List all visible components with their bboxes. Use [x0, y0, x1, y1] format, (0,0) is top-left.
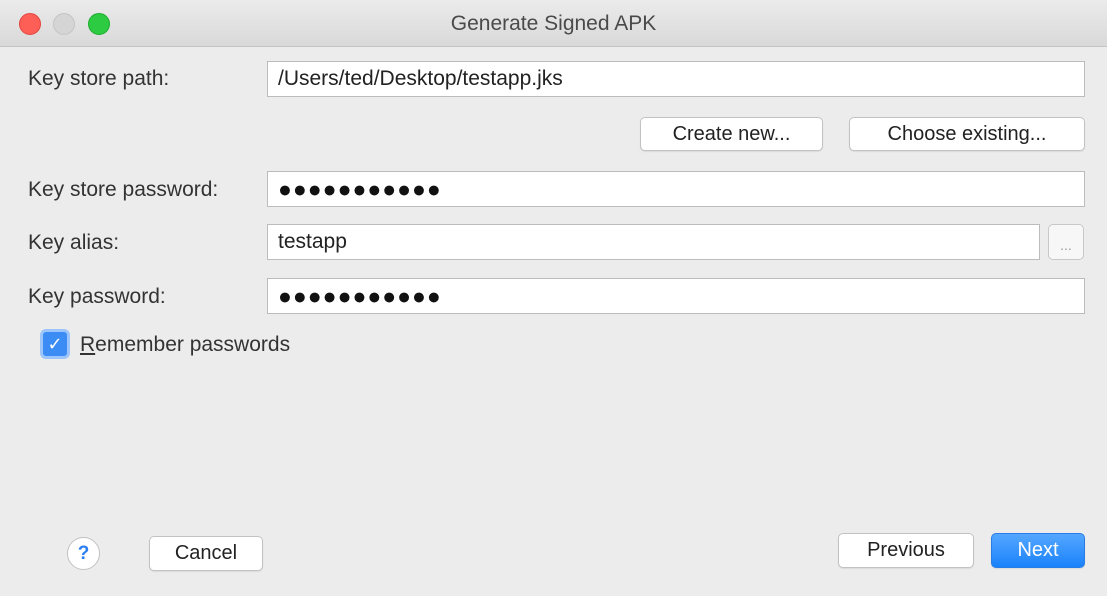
checkmark-icon: ✓ — [47, 334, 63, 354]
remember-passwords-checkbox[interactable]: ✓ — [40, 329, 70, 359]
cancel-button[interactable]: Cancel — [149, 536, 263, 571]
key-password-label: Key password: — [28, 285, 166, 308]
window-title: Generate Signed APK — [450, 12, 657, 35]
key-store-password-label: Key store password: — [28, 178, 219, 201]
remember-passwords-label[interactable]: Remember passwords — [80, 333, 290, 357]
next-button[interactable]: Next — [991, 533, 1085, 568]
help-button[interactable]: ? — [67, 537, 100, 570]
key-store-password-input[interactable]: ●●●●●●●●●●● — [267, 171, 1085, 207]
remember-label-rest: emember passwords — [95, 333, 291, 356]
key-alias-input[interactable]: testapp — [267, 224, 1040, 260]
key-alias-label: Key alias: — [28, 231, 120, 254]
choose-existing-button[interactable]: Choose existing... — [849, 117, 1085, 151]
key-password-input[interactable]: ●●●●●●●●●●● — [267, 278, 1085, 314]
remember-mnemonic: R — [80, 333, 96, 356]
key-store-path-label: Key store path: — [28, 67, 170, 90]
previous-button[interactable]: Previous — [838, 533, 974, 568]
key-store-path-input[interactable]: /Users/ted/Desktop/testapp.jks — [267, 61, 1085, 97]
title-bar: Generate Signed APK — [0, 0, 1107, 47]
key-alias-browse-button[interactable]: ... — [1048, 224, 1084, 260]
create-new-button[interactable]: Create new... — [640, 117, 823, 151]
